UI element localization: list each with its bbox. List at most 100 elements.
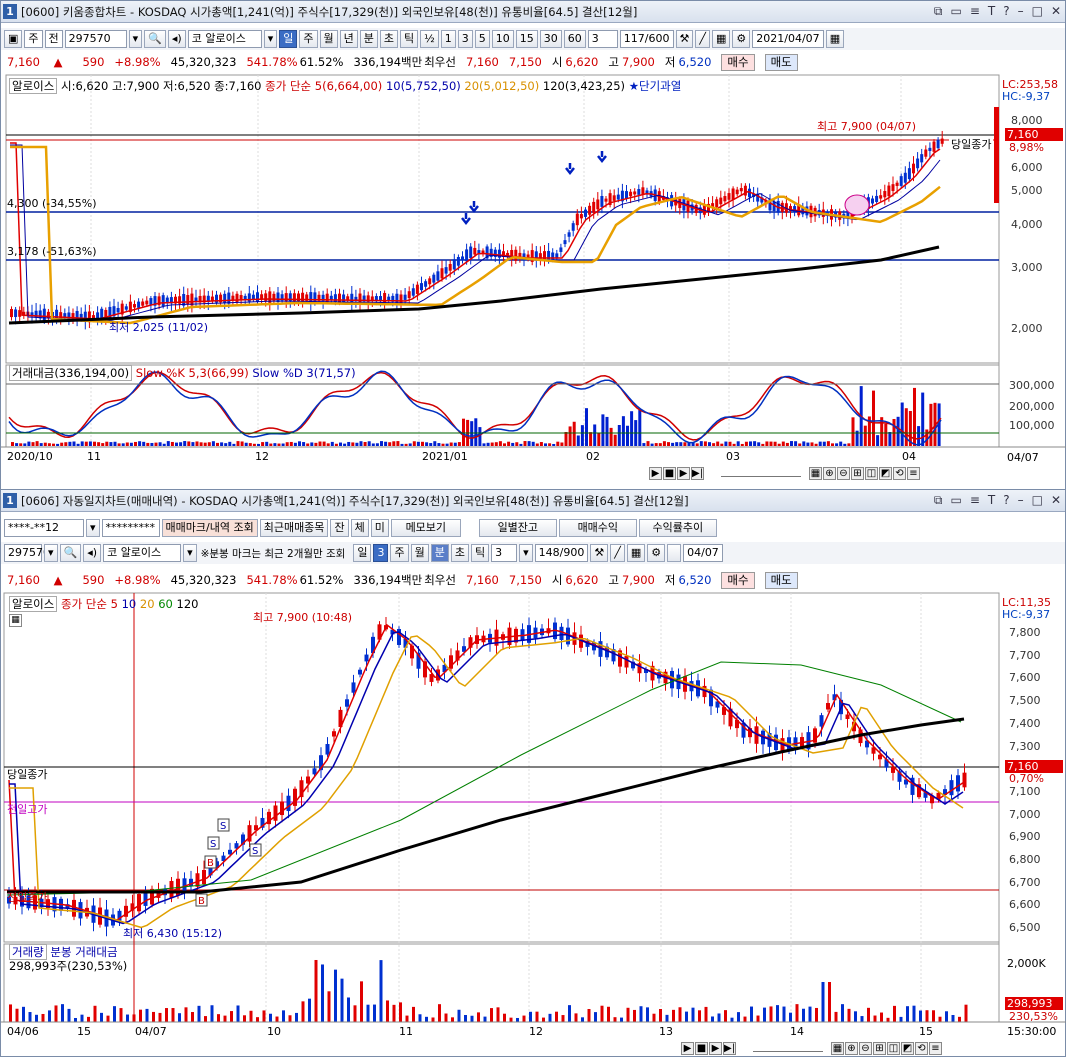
top-candle <box>338 293 341 303</box>
bot-vol-bar <box>548 1013 552 1022</box>
bot-vol-bar <box>828 982 831 1022</box>
stop-icon[interactable]: ■ <box>663 467 676 480</box>
bot-vol-bar <box>451 1017 454 1022</box>
top-vol-bar <box>486 442 490 446</box>
tool7-icon[interactable]: ⟲ <box>893 467 906 480</box>
legend-ma-label: 종가 단순 <box>60 597 107 611</box>
bot-vol-bar <box>522 1015 526 1022</box>
tool5-icon[interactable]: ◫ <box>887 1042 900 1055</box>
bot-vol-bar <box>509 1017 513 1022</box>
top-vol-bar <box>76 443 80 446</box>
legend-stock-name: 알로이스 <box>9 596 58 612</box>
top-vol-bar <box>236 441 240 446</box>
play-icon[interactable]: ▶ <box>677 467 690 480</box>
bot-vol-bar <box>821 982 825 1022</box>
bot-vol-bar <box>880 1012 883 1022</box>
top-candle <box>920 154 924 163</box>
trade-marker-text: B <box>207 858 214 869</box>
top-vol-bar <box>43 442 47 446</box>
top-candle <box>424 281 428 287</box>
table-icon[interactable]: ▦ <box>9 614 22 627</box>
top-candle <box>354 296 358 300</box>
tool1-icon[interactable]: ▦ <box>831 1042 844 1055</box>
top-vol-bar <box>695 443 699 446</box>
tool2-icon[interactable]: ⊕ <box>845 1042 858 1055</box>
scroll-left-icon[interactable]: ▶ <box>649 467 662 480</box>
top-vol-bar <box>39 443 43 446</box>
top-vol-bar <box>511 442 515 446</box>
top-vol-bar <box>400 443 404 446</box>
bottom-price-chart[interactable]: BBSSS <box>1 490 1066 1058</box>
bot-x-tick-3: 10 <box>267 1025 281 1038</box>
scroll-left-icon[interactable]: ▶ <box>681 1042 694 1055</box>
zoom-slider[interactable] <box>753 1046 823 1052</box>
top-vol-bar <box>343 443 347 446</box>
top-vol-bar <box>437 443 441 446</box>
top-candle <box>616 194 620 200</box>
bot-vol-bar <box>776 1005 779 1022</box>
bot-y-tick-5: 7,300 <box>1009 739 1041 753</box>
bot-vol-bar <box>353 1005 357 1022</box>
top-vol-bar <box>154 442 158 446</box>
daily-close-label: 당일종가 <box>949 136 994 152</box>
top-vol-bar <box>503 443 506 446</box>
tool4-icon[interactable]: ⊞ <box>851 467 864 480</box>
end-icon[interactable]: ▶| <box>691 467 704 480</box>
pct-tag: 8,98% <box>1009 141 1044 154</box>
top-vol-bar <box>630 411 634 446</box>
top-vol-bar <box>671 442 675 446</box>
bot-y-tick-4: 7,400 <box>1009 716 1041 730</box>
top-vol-bar <box>675 442 679 446</box>
tool3-icon[interactable]: ⊖ <box>859 1042 872 1055</box>
bot-vol-bar <box>405 1015 409 1022</box>
top-vol-bar <box>60 442 64 446</box>
top-scroll-controls: ▶ ■ ▶ ▶| <box>649 467 704 480</box>
line-3178-label: 3,178 (-51,63%) <box>7 245 97 258</box>
tool8-icon[interactable]: ≡ <box>929 1042 942 1055</box>
bot-vol-bar <box>301 1001 305 1022</box>
top-vol-bar <box>408 443 412 446</box>
top-vol-bar <box>490 442 494 446</box>
hc-label: HC:-9,37 <box>1002 608 1051 621</box>
top-vol-bar <box>892 418 896 446</box>
bot-vol-bar <box>171 1008 175 1022</box>
bot-vol-bar <box>249 1010 253 1022</box>
tool3-icon[interactable]: ⊖ <box>837 467 850 480</box>
line-4300-label: 4,300 (-34,55%) <box>7 197 97 210</box>
top-candle <box>629 191 633 197</box>
tool8-icon[interactable]: ≡ <box>907 467 920 480</box>
top-candle <box>715 199 719 208</box>
top-vol-bar <box>642 443 646 446</box>
top-vol-bar <box>203 442 207 446</box>
bot-vol-bar <box>314 959 318 1022</box>
top-vol-bar <box>507 441 511 446</box>
top-vol-bar <box>265 441 269 446</box>
end-icon[interactable]: ▶| <box>723 1042 736 1055</box>
tool2-icon[interactable]: ⊕ <box>823 467 836 480</box>
sub-tick-2000k: 2,000K <box>1007 957 1046 970</box>
bot-vol-bar <box>243 1015 246 1022</box>
top-candle <box>292 293 296 302</box>
tool6-icon[interactable]: ◩ <box>879 467 892 480</box>
tool7-icon[interactable]: ⟲ <box>915 1042 928 1055</box>
top-candle <box>411 288 415 296</box>
bot-vol-bar <box>184 1007 188 1022</box>
tool4-icon[interactable]: ⊞ <box>873 1042 886 1055</box>
top-candle <box>256 292 259 302</box>
top-vol-bar <box>589 432 593 446</box>
stop-icon[interactable]: ■ <box>695 1042 708 1055</box>
zoom-slider[interactable] <box>721 471 801 477</box>
top-vol-bar <box>117 443 121 446</box>
play-icon[interactable]: ▶ <box>709 1042 722 1055</box>
bot-vol-bar <box>587 1008 591 1022</box>
tool1-icon[interactable]: ▦ <box>809 467 822 480</box>
tool5-icon[interactable]: ◫ <box>865 467 878 480</box>
top-price-chart[interactable] <box>1 1 1066 491</box>
tool6-icon[interactable]: ◩ <box>901 1042 914 1055</box>
top-vol-bar <box>917 426 921 446</box>
bottom-chart-tools: ▦ ⊕ ⊖ ⊞ ◫ ◩ ⟲ ≡ <box>831 1042 942 1055</box>
top-candle <box>871 198 874 204</box>
sub-vol-value: 298,993주(230,53%) <box>9 959 128 973</box>
top-vol-bar <box>457 442 461 446</box>
legend-ma10: 10 <box>121 597 137 611</box>
